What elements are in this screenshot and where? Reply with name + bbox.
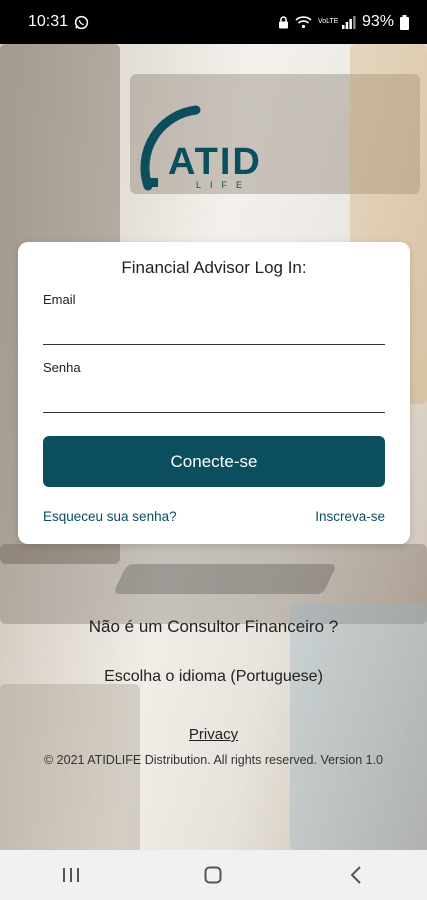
- signal-icon: [341, 15, 356, 29]
- navigation-bar: [0, 850, 427, 900]
- login-title: Financial Advisor Log In:: [121, 258, 307, 277]
- svg-text:ATID: ATID: [168, 141, 262, 183]
- not-advisor-link[interactable]: Não é um Consultor Financeiro ?: [0, 617, 427, 637]
- email-field[interactable]: [43, 310, 389, 340]
- status-left: 10:31: [28, 13, 89, 31]
- whatsapp-icon: [74, 15, 89, 30]
- password-underline: [43, 412, 385, 413]
- privacy-link[interactable]: Privacy: [0, 726, 427, 743]
- recents-icon[interactable]: [41, 855, 101, 895]
- email-label: Email: [43, 292, 76, 307]
- battery-icon: [400, 14, 409, 30]
- email-underline: [43, 344, 385, 345]
- lock-icon: [278, 15, 289, 29]
- svg-text:LIFE: LIFE: [196, 180, 251, 190]
- status-time: 10:31: [28, 13, 69, 30]
- home-icon[interactable]: [183, 855, 243, 895]
- signup-link[interactable]: Inscreva-se: [315, 509, 385, 524]
- copyright-text: © 2021 ATIDLIFE Distribution. All rights…: [44, 753, 383, 767]
- status-bar: 10:31 VoLTE 93%: [0, 0, 427, 44]
- volte-label: VoLTE: [317, 18, 339, 25]
- back-icon[interactable]: [326, 855, 386, 895]
- password-label: Senha: [43, 360, 81, 375]
- login-card: Financial Advisor Log In: Email Senha Co…: [18, 242, 410, 544]
- atid-life-logo: ATID LIFE: [138, 104, 298, 194]
- password-field[interactable]: [43, 378, 389, 408]
- wifi-icon: [295, 15, 312, 29]
- language-selector[interactable]: Escolha o idioma (Portuguese): [0, 668, 427, 686]
- forgot-password-link[interactable]: Esqueceu sua senha?: [43, 509, 177, 524]
- battery-percent: 93%: [361, 13, 394, 30]
- status-right: VoLTE 93%: [278, 13, 409, 31]
- login-button[interactable]: Conecte-se: [43, 436, 385, 487]
